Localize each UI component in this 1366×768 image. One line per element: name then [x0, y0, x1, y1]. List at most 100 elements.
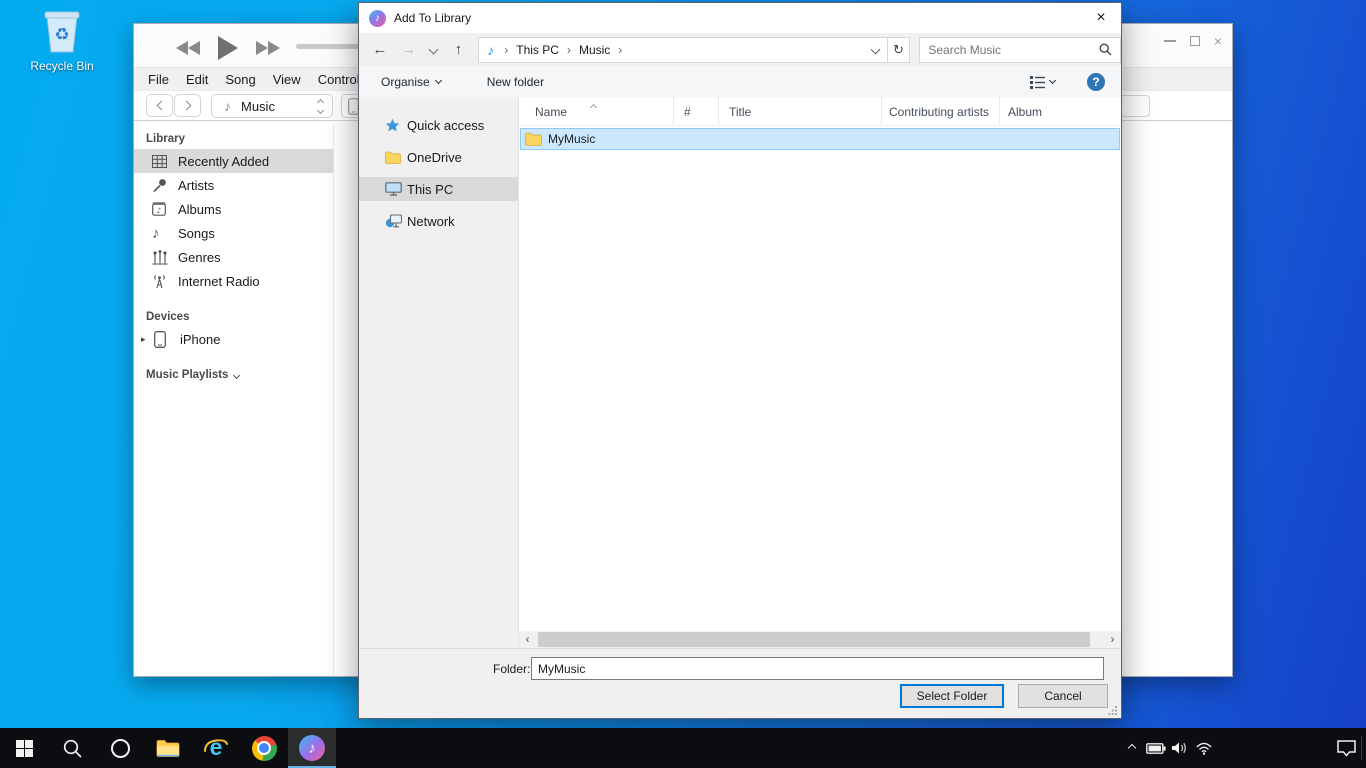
refresh-icon: ↻: [893, 42, 904, 58]
breadcrumb-music[interactable]: Music: [579, 43, 610, 57]
network-icon: [385, 214, 405, 228]
album-icon: ♪: [152, 202, 178, 216]
genres-icon: [152, 250, 178, 265]
computer-icon: [385, 182, 405, 196]
new-folder-button[interactable]: New folder: [487, 75, 544, 89]
sidebar-item-label: Songs: [178, 226, 215, 241]
itunes-sidebar: Library Recently Added Artists: [134, 124, 334, 676]
tray-expand-button[interactable]: [1120, 745, 1144, 751]
recycle-bin-icon: ♻: [24, 6, 100, 57]
battery-indicator[interactable]: [1144, 743, 1168, 754]
file-explorer-icon: [156, 739, 180, 758]
expand-arrow-icon[interactable]: ▸: [141, 334, 152, 345]
internet-explorer-button[interactable]: e: [192, 728, 240, 768]
sidebar-playlists-header[interactable]: Music Playlists: [134, 351, 333, 385]
sidebar-item-iphone[interactable]: ▸ iPhone: [134, 327, 333, 351]
cancel-button[interactable]: Cancel: [1018, 684, 1108, 708]
iphone-icon: [154, 331, 180, 348]
recent-locations-dropdown[interactable]: [423, 46, 445, 53]
volume-indicator[interactable]: [1168, 741, 1192, 755]
itunes-minimize-button[interactable]: [1164, 40, 1176, 42]
nav-pane-quick-access[interactable]: Quick access: [359, 113, 518, 137]
star-icon: [385, 118, 405, 133]
nav-pane-onedrive[interactable]: OneDrive: [359, 145, 518, 169]
column-header-name[interactable]: Name: [519, 97, 674, 125]
folder-icon: [385, 151, 405, 164]
up-button[interactable]: ↑: [444, 41, 472, 58]
media-picker-dropdown[interactable]: ♪ Music: [211, 94, 333, 118]
itunes-search-field[interactable]: [1120, 95, 1150, 117]
dialog-close-button[interactable]: ×: [1081, 3, 1121, 33]
file-name: MyMusic: [548, 132, 595, 146]
column-header-number[interactable]: #: [674, 97, 719, 125]
menu-view[interactable]: View: [273, 72, 301, 87]
cortana-button[interactable]: [96, 728, 144, 768]
refresh-button[interactable]: ↻: [888, 37, 911, 63]
itunes-taskbar-button[interactable]: ♪: [288, 728, 336, 768]
sidebar-item-internet-radio[interactable]: Internet Radio: [134, 269, 333, 293]
scroll-left-arrow[interactable]: ‹: [519, 631, 536, 648]
help-button[interactable]: ?: [1087, 73, 1105, 91]
action-center-icon: [1337, 740, 1356, 757]
taskbar-search-button[interactable]: [48, 728, 96, 768]
menu-song[interactable]: Song: [225, 72, 255, 87]
chrome-button[interactable]: [240, 728, 288, 768]
sidebar-item-albums[interactable]: ♪ Albums: [134, 197, 333, 221]
change-view-button[interactable]: [1030, 76, 1055, 89]
sidebar-item-artists[interactable]: Artists: [134, 173, 333, 197]
sidebar-item-genres[interactable]: Genres: [134, 245, 333, 269]
nav-pane-network[interactable]: Network: [359, 209, 518, 233]
music-note-icon: ♪: [152, 225, 178, 242]
itunes-back-button[interactable]: [146, 94, 173, 117]
sidebar-item-label: Albums: [178, 202, 221, 217]
column-header-album[interactable]: Album: [1000, 97, 1121, 125]
chevron-right-icon: [181, 101, 191, 111]
nav-pane-label: OneDrive: [407, 150, 462, 165]
chevron-left-icon: [156, 101, 166, 111]
select-folder-button[interactable]: Select Folder: [900, 684, 1004, 708]
chevron-down-icon: [435, 77, 442, 84]
sidebar-item-recently-added[interactable]: Recently Added: [134, 149, 333, 173]
music-note-icon: ♪: [487, 42, 494, 58]
sidebar-item-songs[interactable]: ♪ Songs: [134, 221, 333, 245]
action-center-button[interactable]: [1326, 740, 1366, 757]
search-box[interactable]: [919, 37, 1121, 63]
menu-edit[interactable]: Edit: [186, 72, 208, 87]
battery-icon: [1146, 743, 1166, 754]
scroll-right-arrow[interactable]: ›: [1104, 631, 1121, 648]
nav-pane-this-pc[interactable]: This PC: [359, 177, 518, 201]
previous-track-button[interactable]: [176, 41, 200, 55]
start-button[interactable]: [0, 728, 48, 768]
search-icon: [63, 739, 82, 758]
dialog-title: Add To Library: [394, 11, 471, 25]
column-header-title[interactable]: Title: [719, 97, 882, 125]
volume-slider[interactable]: [296, 44, 362, 49]
file-row-mymusic[interactable]: MyMusic: [520, 128, 1120, 150]
itunes-close-button[interactable]: ×: [1214, 36, 1222, 46]
menu-file[interactable]: File: [148, 72, 169, 87]
chevron-down-icon: [1049, 77, 1056, 84]
wifi-indicator[interactable]: [1192, 741, 1216, 755]
itunes-maximize-button[interactable]: [1190, 36, 1200, 46]
play-button[interactable]: [218, 36, 238, 60]
forward-button[interactable]: →: [395, 41, 423, 58]
address-dropdown-button[interactable]: [872, 46, 879, 53]
address-bar[interactable]: ♪ › This PC › Music ›: [478, 37, 887, 63]
horizontal-scrollbar[interactable]: ‹ ›: [519, 631, 1121, 648]
sidebar-item-label: Artists: [178, 178, 214, 193]
show-desktop-button[interactable]: [1361, 736, 1362, 760]
next-track-button[interactable]: [256, 41, 280, 55]
itunes-forward-button[interactable]: [174, 94, 201, 117]
search-input[interactable]: [920, 43, 1099, 57]
breadcrumb-this-pc[interactable]: This PC: [516, 43, 559, 57]
folder-label: Folder:: [493, 662, 530, 676]
dialog-titlebar[interactable]: ♪ Add To Library ×: [359, 3, 1121, 33]
scrollbar-thumb[interactable]: [538, 632, 1090, 647]
organise-dropdown[interactable]: Organise: [381, 75, 441, 89]
folder-input[interactable]: [531, 657, 1104, 680]
resize-grip[interactable]: [1108, 705, 1118, 715]
recycle-bin-shortcut[interactable]: ♻ Recycle Bin: [24, 6, 100, 73]
back-button[interactable]: ←: [365, 41, 395, 58]
column-header-contributing-artists[interactable]: Contributing artists: [882, 97, 1000, 125]
file-explorer-button[interactable]: [144, 728, 192, 768]
